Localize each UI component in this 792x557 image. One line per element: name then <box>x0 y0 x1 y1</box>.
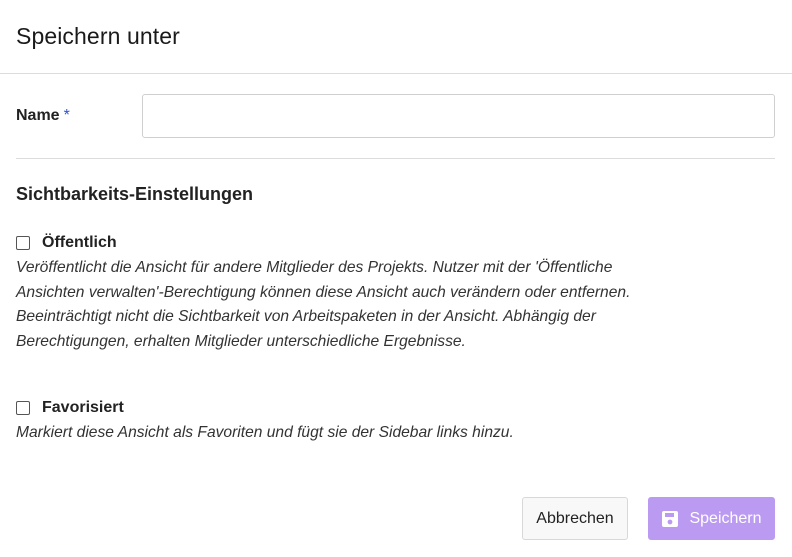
favorite-label[interactable]: Favorisiert <box>42 399 124 417</box>
favorite-checkbox[interactable] <box>16 401 30 415</box>
dialog-title: Speichern unter <box>16 23 180 49</box>
required-marker: * <box>63 107 70 124</box>
public-checkbox[interactable] <box>16 236 30 250</box>
save-button-label: Speichern <box>689 509 762 527</box>
name-form-row: Name * <box>16 94 775 138</box>
name-input[interactable] <box>142 94 775 138</box>
name-label: Name * <box>16 107 142 125</box>
public-label[interactable]: Öffentlich <box>42 234 117 252</box>
dialog-footer: Abbrechen Speichern <box>522 497 775 540</box>
favorite-description: Markiert diese Ansicht als Favoriten und… <box>16 424 514 441</box>
section-divider <box>16 158 775 159</box>
public-option-head: Öffentlich <box>16 232 646 254</box>
name-label-text: Name <box>16 107 60 124</box>
visibility-section-title: Sichtbarkeits-Einstellungen <box>16 184 254 204</box>
public-option: Öffentlich Veröffentlicht die Ansicht fü… <box>16 232 646 354</box>
cancel-button[interactable]: Abbrechen <box>522 497 628 540</box>
save-button[interactable]: Speichern <box>648 497 775 540</box>
floppy-disk-icon <box>661 510 679 528</box>
favorite-option: Favorisiert Markiert diese Ansicht als F… <box>16 397 646 446</box>
public-description: Veröffentlicht die Ansicht für andere Mi… <box>16 259 631 350</box>
favorite-option-head: Favorisiert <box>16 397 646 419</box>
save-as-dialog: Speichern unter Name * Sichtbarkeits-Eins… <box>0 0 792 557</box>
dialog-header: Speichern unter <box>0 0 792 74</box>
